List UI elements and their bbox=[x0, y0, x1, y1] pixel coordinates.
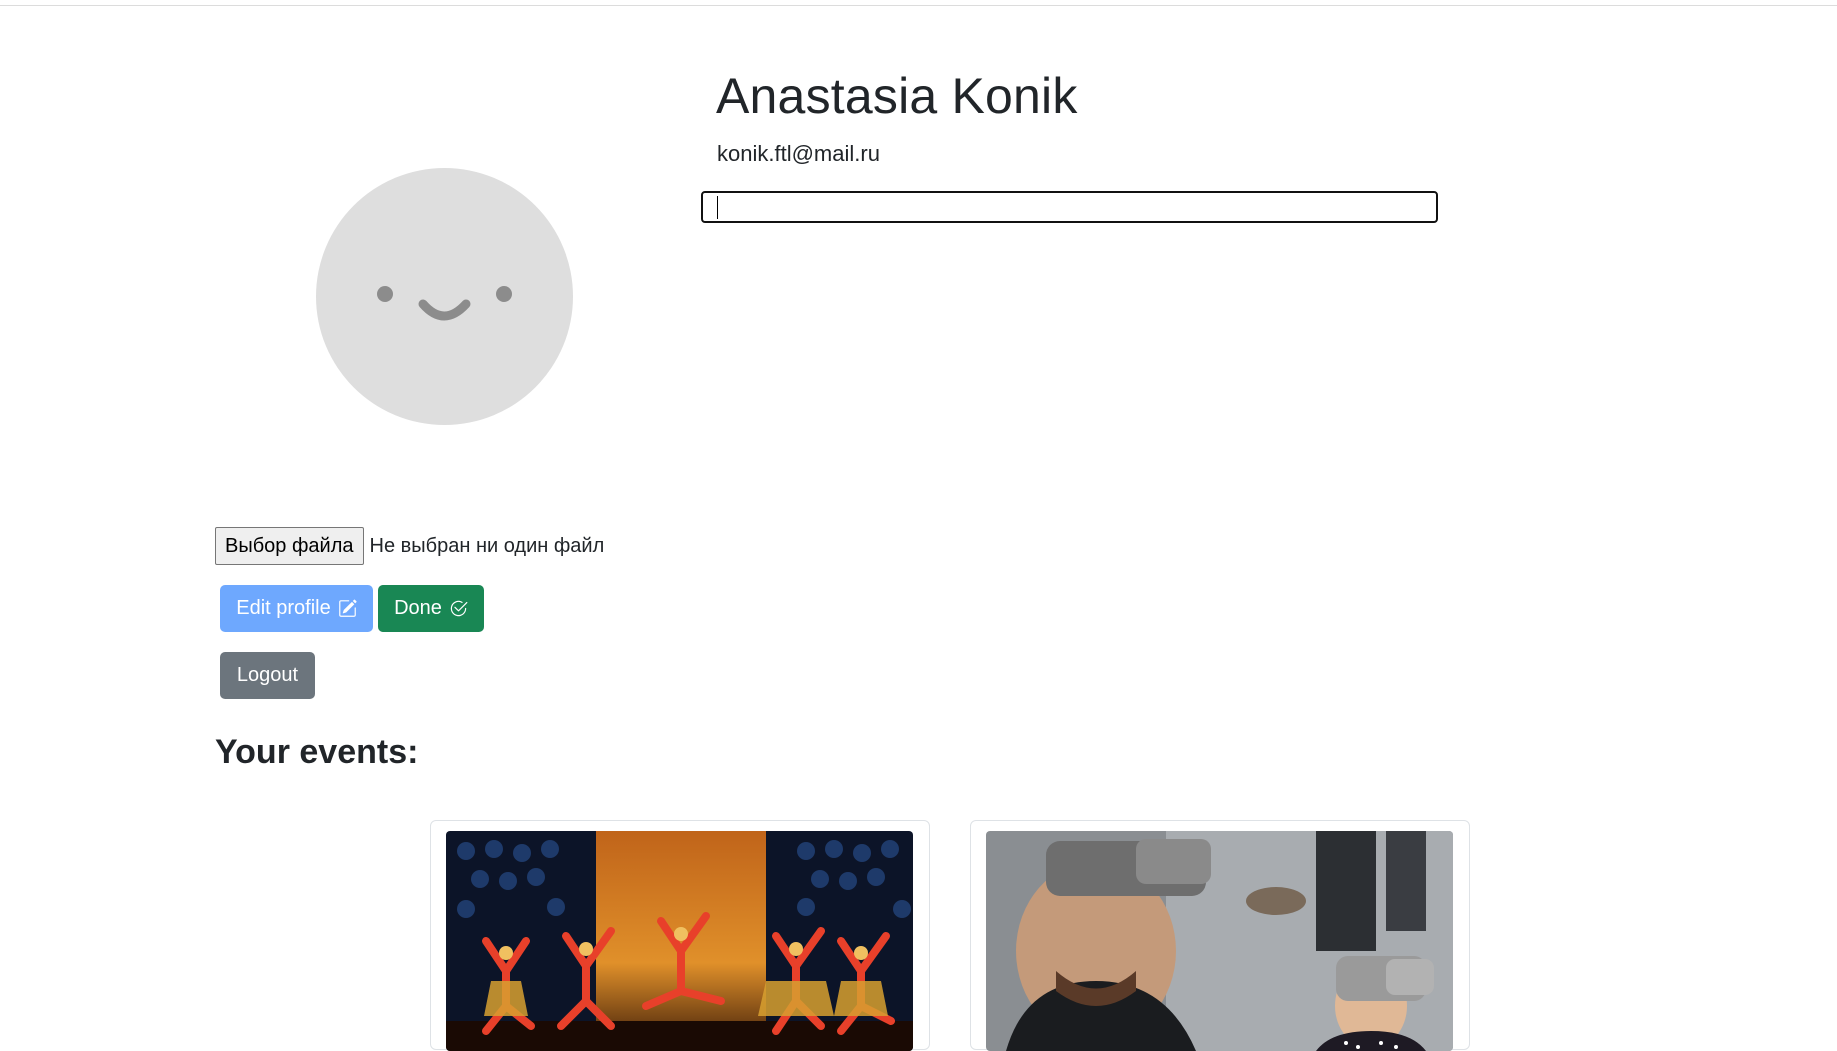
dance-performance-photo[interactable] bbox=[446, 831, 913, 1051]
edit-profile-button[interactable]: Edit profile bbox=[220, 585, 373, 632]
done-label: Done bbox=[394, 597, 442, 619]
pencil-square-icon bbox=[338, 599, 357, 617]
events-heading: Your events: bbox=[215, 733, 419, 771]
file-status-text: Не выбран ни один файл bbox=[369, 534, 605, 557]
done-button[interactable]: Done bbox=[378, 585, 484, 632]
top-divider bbox=[0, 0, 1837, 6]
profile-email: konik.ftl@mail.ru bbox=[717, 141, 880, 166]
check-circle-icon bbox=[450, 600, 468, 617]
text-caret bbox=[717, 196, 718, 219]
choose-file-button[interactable]: Выбор файла bbox=[215, 527, 364, 565]
file-chooser: Выбор файла Не выбран ни один файл bbox=[215, 527, 604, 565]
smiley-placeholder-icon bbox=[316, 168, 573, 425]
edit-profile-label: Edit profile bbox=[236, 597, 331, 619]
profile-edit-input[interactable] bbox=[701, 191, 1438, 223]
vr-headset-photo[interactable] bbox=[986, 831, 1453, 1051]
event-card[interactable] bbox=[430, 820, 930, 1051]
event-card[interactable] bbox=[970, 820, 1470, 1051]
logout-button[interactable]: Logout bbox=[220, 652, 315, 699]
profile-name: Anastasia Konik bbox=[716, 68, 1078, 124]
